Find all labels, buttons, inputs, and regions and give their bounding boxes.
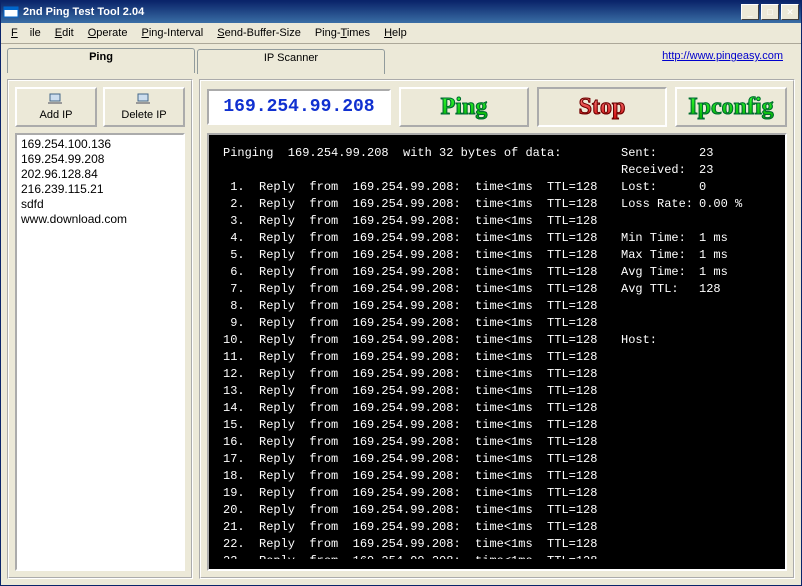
ipconfig-button-label: Ipconfig — [688, 94, 773, 121]
add-ip-button[interactable]: Add IP — [15, 87, 97, 127]
list-item[interactable]: 169.254.100.136 — [21, 137, 179, 152]
menu-help[interactable]: Help — [378, 25, 413, 41]
computer-icon — [48, 93, 64, 108]
add-ip-label: Add IP — [39, 109, 72, 121]
tab-ip-scanner[interactable]: IP Scanner — [197, 49, 385, 74]
list-item[interactable]: 169.254.99.208 — [21, 152, 179, 167]
menu-edit[interactable]: Edit — [49, 25, 80, 41]
menu-ping-interval[interactable]: Ping-Interval — [135, 25, 209, 41]
ip-listbox[interactable]: 169.254.100.136169.254.99.208202.96.128.… — [15, 133, 185, 571]
ping-stats: Sent:23Received:23Lost:0Loss Rate:0.00 %… — [611, 145, 771, 559]
close-button[interactable]: ✕ — [781, 4, 799, 20]
right-panel: 169.254.99.208 Ping Stop Ipconfig Pingin… — [199, 79, 795, 579]
stop-button-label: Stop — [579, 94, 626, 121]
window-title: 2nd Ping Test Tool 2.04 — [23, 6, 741, 18]
delete-ip-button[interactable]: Delete IP — [103, 87, 185, 127]
ip-input[interactable]: 169.254.99.208 — [207, 89, 391, 125]
tab-ping[interactable]: Ping — [7, 48, 195, 73]
menu-send-buffer-size[interactable]: Send-Buffer-Size — [211, 25, 307, 41]
menu-file[interactable]: File — [5, 25, 47, 41]
menubar: File Edit Operate Ping-Interval Send-Buf… — [1, 23, 801, 44]
menu-ping-times[interactable]: Ping-Times — [309, 25, 376, 41]
titlebar[interactable]: 2nd Ping Test Tool 2.04 _ □ ✕ — [1, 1, 801, 23]
ping-button[interactable]: Ping — [399, 87, 529, 127]
left-panel: Add IP Delete IP 169.254.100.136169.254.… — [7, 79, 193, 579]
app-icon — [3, 4, 19, 20]
list-item[interactable]: 202.96.128.84 — [21, 167, 179, 182]
tab-row: Ping IP Scanner http://www.pingeasy.com — [1, 44, 801, 73]
maximize-button[interactable]: □ — [761, 4, 779, 20]
minimize-button[interactable]: _ — [741, 4, 759, 20]
ping-output: Pinging 169.254.99.208 with 32 bytes of … — [223, 145, 611, 559]
menu-operate[interactable]: Operate — [82, 25, 134, 41]
ping-console: Pinging 169.254.99.208 with 32 bytes of … — [207, 133, 787, 571]
computer-icon — [136, 93, 152, 108]
list-item[interactable]: www.download.com — [21, 212, 179, 227]
list-item[interactable]: sdfd — [21, 197, 179, 212]
ipconfig-button[interactable]: Ipconfig — [675, 87, 787, 127]
app-window: 2nd Ping Test Tool 2.04 _ □ ✕ File Edit … — [0, 0, 802, 586]
website-link[interactable]: http://www.pingeasy.com — [662, 50, 783, 62]
ping-button-label: Ping — [441, 94, 488, 121]
list-item[interactable]: 216.239.115.21 — [21, 182, 179, 197]
delete-ip-label: Delete IP — [121, 109, 166, 121]
stop-button[interactable]: Stop — [537, 87, 667, 127]
